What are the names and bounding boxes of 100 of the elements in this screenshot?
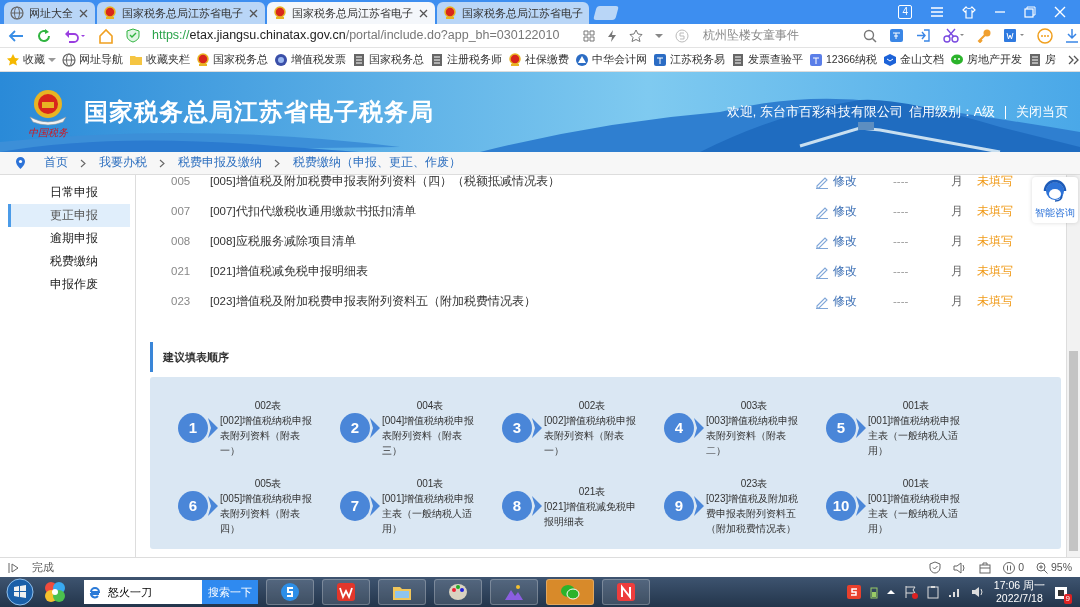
pencil-icon[interactable] [815, 265, 829, 279]
bookmark-link[interactable]: 网址导航 [79, 51, 123, 68]
clipboard-icon[interactable] [926, 585, 939, 599]
shirt-icon[interactable] [962, 5, 976, 19]
chevron-icon[interactable] [1068, 54, 1080, 65]
search-icon[interactable] [863, 28, 878, 43]
browser-tab[interactable]: 网址大全 [4, 2, 95, 24]
palette-icon[interactable] [448, 582, 468, 602]
bookmark-link[interactable]: 中华会计网 [592, 51, 647, 68]
bookmark-link[interactable]: 收藏 [23, 51, 45, 68]
star-icon[interactable] [629, 28, 644, 43]
search-app-icon[interactable] [280, 582, 300, 602]
download-icon[interactable] [1065, 28, 1080, 43]
briefcase-icon[interactable] [979, 561, 992, 574]
close-icon[interactable] [78, 7, 89, 19]
page-icon[interactable] [1028, 52, 1043, 67]
zoom-level[interactable]: 95% [1051, 559, 1072, 576]
pencil-icon[interactable] [815, 235, 829, 249]
pencil-icon[interactable] [815, 175, 829, 189]
bookmark-link[interactable]: 房 [1045, 51, 1057, 68]
speaker-icon[interactable] [953, 561, 968, 574]
bookmark-link[interactable]: 增值税发票 [291, 51, 346, 68]
taskbar-search-field[interactable]: 怒火一刀 [106, 580, 202, 604]
login-icon[interactable] [916, 28, 932, 43]
edit-link[interactable]: 修改 [833, 233, 873, 251]
close-icon[interactable] [418, 7, 429, 19]
translate-icon[interactable] [889, 28, 905, 43]
square-icon[interactable] [809, 52, 823, 67]
search-field[interactable]: 杭州坠楼女童事件 [701, 25, 852, 46]
breadcrumb-link[interactable]: 税费申报及缴纳 [178, 154, 262, 172]
bookmark-link[interactable]: 社保缴费 [525, 51, 569, 68]
restore-icon[interactable] [1024, 6, 1036, 18]
browser-tab[interactable]: 国家税务总局江苏省电子 [437, 2, 589, 24]
edit-link[interactable]: 修改 [833, 263, 873, 281]
document-icon[interactable] [1003, 28, 1026, 43]
breadcrumb-link[interactable]: 我要办税 [99, 154, 147, 172]
mountain-icon[interactable] [504, 582, 524, 602]
emblem-icon[interactable] [196, 52, 210, 67]
qr-icon[interactable] [583, 29, 596, 42]
network-icon[interactable] [947, 586, 962, 598]
pencil-icon[interactable] [815, 205, 829, 219]
square-icon[interactable] [653, 52, 667, 67]
disc-icon[interactable] [274, 52, 288, 67]
clock-time[interactable]: 17:06 周一 [993, 579, 1045, 592]
bookmark-link[interactable]: 12366纳税 [826, 51, 878, 68]
cube-icon[interactable] [883, 52, 898, 67]
note-app-icon[interactable] [616, 582, 636, 602]
url-field[interactable]: https://etax.jiangsu.chinatax.gov.cn/portal/include.do?app_bh=030122010 [152, 26, 560, 45]
breadcrumb-link[interactable]: 首页 [44, 154, 68, 172]
sidebar-item[interactable]: 申报作废 [8, 273, 130, 296]
undo-icon[interactable] [64, 28, 86, 43]
chat-icon[interactable] [560, 582, 580, 602]
pinwheel-icon[interactable] [42, 579, 68, 605]
emblem-icon[interactable] [508, 52, 522, 67]
star-icon[interactable] [6, 52, 20, 67]
browser-tab[interactable]: 国家税务总局江苏省电子 [97, 2, 265, 24]
breadcrumb-link[interactable]: 税费缴纳（申报、更正、作废） [293, 154, 461, 172]
sidebar-item[interactable]: 日常申报 [8, 181, 130, 204]
battery-icon[interactable] [869, 585, 878, 599]
sidebar-item[interactable]: 更正申报 [8, 204, 130, 227]
browser-tab[interactable]: 国家税务总局江苏省电子 [267, 2, 435, 24]
bookmark-link[interactable]: 国家税务总 [213, 51, 268, 68]
office-app-icon[interactable] [336, 582, 356, 602]
edit-link[interactable]: 修改 [833, 293, 873, 311]
bookmark-link[interactable]: 收藏夹栏 [146, 51, 190, 68]
bookmark-link[interactable]: 房地产开发 [967, 51, 1023, 68]
page-icon[interactable] [731, 52, 745, 67]
bookmark-link[interactable]: 金山文档 [900, 51, 945, 68]
bookmark-link[interactable]: 国家税务总 [369, 51, 424, 68]
caret-up-icon[interactable] [886, 589, 895, 595]
pause-icon[interactable] [1003, 561, 1016, 574]
new-tab-button[interactable] [593, 6, 619, 20]
bookmark-link[interactable]: 江苏税务易 [670, 51, 725, 68]
zoom-icon[interactable] [1036, 561, 1048, 574]
input-method-icon[interactable] [846, 585, 861, 599]
sidebar-item[interactable]: 税费缴纳 [8, 250, 130, 273]
page-icon[interactable] [352, 52, 366, 67]
start-orb-icon[interactable] [6, 578, 34, 606]
scissors-icon[interactable] [943, 28, 966, 43]
bookmark-link[interactable]: 注册税务师 [447, 51, 502, 68]
bookmark-link[interactable]: 发票查验平 [748, 51, 803, 68]
clock-date[interactable]: 2022/7/18 [993, 592, 1045, 605]
pencil-icon[interactable] [815, 295, 829, 309]
assistant-button[interactable]: 智能咨询 [1032, 177, 1078, 223]
refresh-icon[interactable] [36, 27, 52, 44]
notification-icon[interactable] [1054, 585, 1068, 600]
edit-link[interactable]: 修改 [833, 203, 873, 221]
lightning-icon[interactable] [607, 28, 618, 43]
chat-icon[interactable] [950, 52, 965, 67]
close-icon[interactable] [248, 7, 259, 19]
globe-icon[interactable] [62, 52, 76, 67]
sidebar-item[interactable]: 逾期申报 [8, 227, 130, 250]
volume-icon[interactable] [970, 586, 985, 598]
shield-icon[interactable] [929, 561, 942, 574]
caret-icon[interactable] [655, 32, 664, 39]
back-icon[interactable] [8, 28, 24, 43]
edit-link[interactable]: 修改 [833, 175, 873, 191]
scrollbar-thumb[interactable] [1069, 351, 1078, 551]
caret-icon[interactable] [48, 56, 56, 63]
page-icon[interactable] [430, 52, 444, 67]
